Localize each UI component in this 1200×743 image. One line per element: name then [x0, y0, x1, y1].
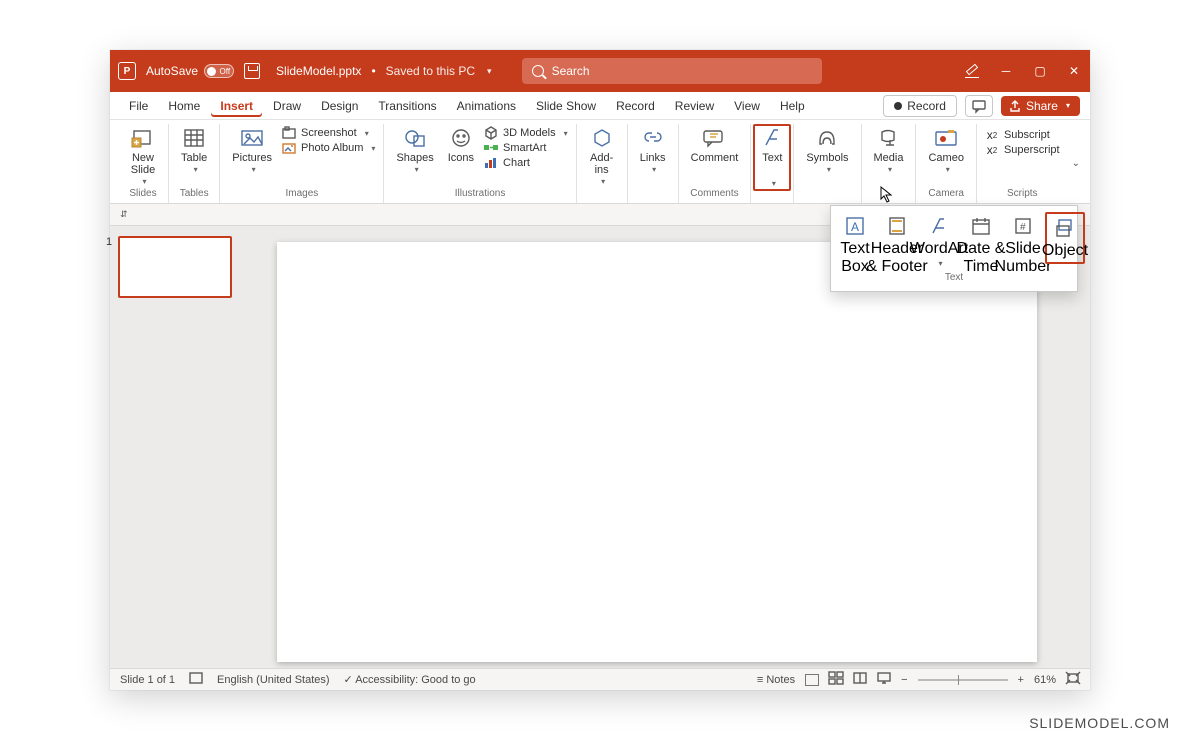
spellcheck-icon[interactable] [189, 672, 203, 687]
share-button[interactable]: Share▾ [1001, 96, 1080, 116]
group-links: Links▾ [628, 124, 679, 203]
search-input[interactable]: Search [522, 58, 822, 84]
powerpoint-icon: P [118, 62, 136, 80]
zoom-slider[interactable] [918, 679, 1008, 681]
watermark: SLIDEMODEL.COM [1029, 715, 1170, 731]
new-slide-button[interactable]: New Slide▾ [124, 124, 162, 189]
slide-thumbnails[interactable]: 1 [110, 226, 240, 668]
tab-animations[interactable]: Animations [448, 95, 525, 117]
group-slides: New Slide▾ Slides [118, 124, 169, 203]
tab-draw[interactable]: Draw [264, 95, 310, 117]
save-icon[interactable] [244, 63, 260, 79]
group-images: Pictures▾ Screenshot▾ Photo Album▾ Image… [220, 124, 384, 203]
tab-insert[interactable]: Insert [211, 95, 262, 117]
group-addins: Add- ins▾ [577, 124, 628, 203]
search-placeholder: Search [552, 64, 590, 78]
ribbon: New Slide▾ Slides Table▾ Tables Pictures… [110, 120, 1090, 204]
wordart-button[interactable]: WordArt▾ [919, 212, 959, 270]
qat-chevron-icon[interactable]: ⇵ [120, 209, 128, 220]
addins-button[interactable]: Add- ins▾ [583, 124, 621, 189]
text-dropdown-panel: A Text Box Header & Footer WordArt▾ Date… [830, 205, 1078, 292]
links-button[interactable]: Links▾ [634, 124, 672, 177]
accessibility-indicator[interactable]: ✓ Accessibility: Good to go [344, 673, 476, 686]
document-title: SlideModel.pptx [276, 64, 361, 78]
fit-to-window-button[interactable] [1066, 672, 1080, 687]
language-indicator[interactable]: English (United States) [217, 674, 330, 686]
group-text-button: Text▾ [751, 124, 794, 203]
record-button[interactable]: Record [883, 95, 957, 117]
slidesorter-view-icon[interactable] [829, 672, 843, 687]
chart-button[interactable]: Chart [484, 156, 568, 170]
slide-thumbnail-1[interactable] [118, 236, 232, 298]
symbols-button[interactable]: Symbols▾ [800, 124, 854, 177]
search-icon [532, 65, 544, 77]
saved-location: Saved to this PC [386, 64, 475, 78]
3d-models-button[interactable]: 3D Models▾ [484, 126, 568, 140]
pictures-button[interactable]: Pictures▾ [226, 124, 278, 177]
slide-canvas[interactable] [277, 242, 1037, 662]
statusbar: Slide 1 of 1 English (United States) ✓ A… [110, 668, 1090, 690]
svg-text:#: # [1020, 222, 1026, 233]
toggle-off-icon[interactable]: Off [204, 64, 234, 78]
shapes-button[interactable]: Shapes▾ [390, 124, 439, 177]
notes-button[interactable]: ≡ Notes [757, 674, 795, 686]
tab-home[interactable]: Home [159, 95, 209, 117]
chevron-down-icon[interactable]: ▾ [487, 66, 492, 77]
workspace: 1 [110, 226, 1090, 668]
ribbon-collapse-button[interactable]: ⌄ [1072, 158, 1086, 169]
tab-design[interactable]: Design [312, 95, 367, 117]
slide-indicator[interactable]: Slide 1 of 1 [120, 674, 175, 686]
ribbon-tabs: File Home Insert Draw Design Transitions… [110, 92, 1090, 120]
close-button[interactable]: ✕ [1066, 63, 1082, 79]
media-button[interactable]: Media▾ [868, 124, 910, 177]
table-button[interactable]: Table▾ [175, 124, 213, 177]
autosave-label: AutoSave [146, 64, 198, 78]
tab-review[interactable]: Review [666, 95, 723, 117]
normal-view-icon[interactable] [805, 674, 819, 686]
pen-icon[interactable] [964, 63, 980, 79]
autosave-toggle[interactable]: AutoSave Off [146, 64, 234, 78]
tab-transitions[interactable]: Transitions [369, 95, 445, 117]
group-tables: Table▾ Tables [169, 124, 220, 203]
icons-button[interactable]: Icons [442, 124, 480, 166]
titlebar: P AutoSave Off SlideModel.pptx • Saved t… [110, 50, 1090, 92]
zoom-in-button[interactable]: + [1018, 674, 1024, 686]
group-comments: Comment Comments [679, 124, 752, 203]
slide-number-button[interactable]: # Slide Number [1003, 212, 1043, 277]
zoom-level[interactable]: 61% [1034, 674, 1056, 686]
tab-record[interactable]: Record [607, 95, 664, 117]
maximize-button[interactable]: ▢ [1032, 63, 1048, 79]
app-window: P AutoSave Off SlideModel.pptx • Saved t… [110, 50, 1090, 690]
tab-view[interactable]: View [725, 95, 769, 117]
screenshot-button[interactable]: Screenshot▾ [282, 126, 375, 140]
comment-button[interactable]: Comment [685, 124, 745, 166]
object-button[interactable]: Object [1045, 212, 1085, 264]
tab-slideshow[interactable]: Slide Show [527, 95, 605, 117]
superscript-button[interactable]: x2Superscript [985, 143, 1060, 157]
slide-canvas-area [240, 226, 1074, 668]
group-camera: Cameo▾ Camera [916, 124, 976, 203]
zoom-out-button[interactable]: − [901, 674, 907, 686]
tab-help[interactable]: Help [771, 95, 814, 117]
group-scripts: x2Subscript x2Superscript Scripts [977, 124, 1068, 203]
minimize-button[interactable]: ─ [998, 63, 1014, 79]
cameo-button[interactable]: Cameo▾ [922, 124, 969, 177]
group-illustrations: Shapes▾ Icons 3D Models▾ SmartArt Chart … [384, 124, 576, 203]
svg-text:A: A [851, 220, 859, 234]
photo-album-button[interactable]: Photo Album▾ [282, 141, 375, 155]
thumbnail-number: 1 [106, 236, 112, 248]
tab-file[interactable]: File [120, 95, 157, 117]
group-media: Media▾ [862, 124, 917, 203]
slideshow-view-icon[interactable] [877, 672, 891, 687]
text-dropdown-button[interactable]: Text▾ [753, 124, 791, 191]
subscript-button[interactable]: x2Subscript [985, 128, 1060, 142]
record-dot-icon [894, 102, 902, 110]
smartart-button[interactable]: SmartArt [484, 141, 568, 155]
vertical-scrollbar[interactable] [1074, 226, 1090, 668]
reading-view-icon[interactable] [853, 672, 867, 687]
group-symbols: Symbols▾ [794, 124, 861, 203]
comments-pane-button[interactable] [965, 95, 993, 117]
